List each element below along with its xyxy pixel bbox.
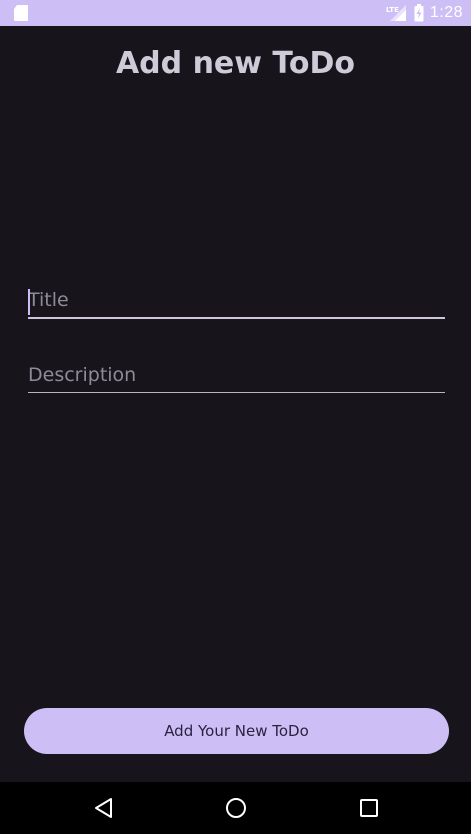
title-field[interactable]	[28, 289, 445, 319]
title-underline	[28, 317, 445, 319]
battery-charging-icon	[414, 4, 424, 22]
page-title: Add new ToDo	[115, 46, 356, 81]
add-todo-screen: LTE 1:28 Add new ToDo Add Your New ToDo	[0, 0, 471, 834]
status-bar: LTE 1:28	[0, 0, 471, 26]
back-icon[interactable]	[92, 796, 116, 820]
text-cursor	[28, 289, 30, 315]
recents-icon[interactable]	[357, 796, 381, 820]
lte-signal-icon: LTE	[386, 4, 408, 22]
home-icon[interactable]	[224, 796, 248, 820]
lte-label: LTE	[386, 6, 399, 14]
description-underline	[28, 392, 445, 393]
description-input[interactable]	[28, 364, 445, 392]
status-icons: LTE 1:28	[386, 0, 463, 26]
add-todo-button[interactable]: Add Your New ToDo	[24, 708, 449, 754]
sd-card-icon	[14, 5, 28, 21]
navigation-bar	[0, 782, 471, 834]
description-field[interactable]	[28, 364, 445, 393]
title-input[interactable]	[28, 289, 445, 317]
status-time: 1:28	[429, 4, 463, 21]
